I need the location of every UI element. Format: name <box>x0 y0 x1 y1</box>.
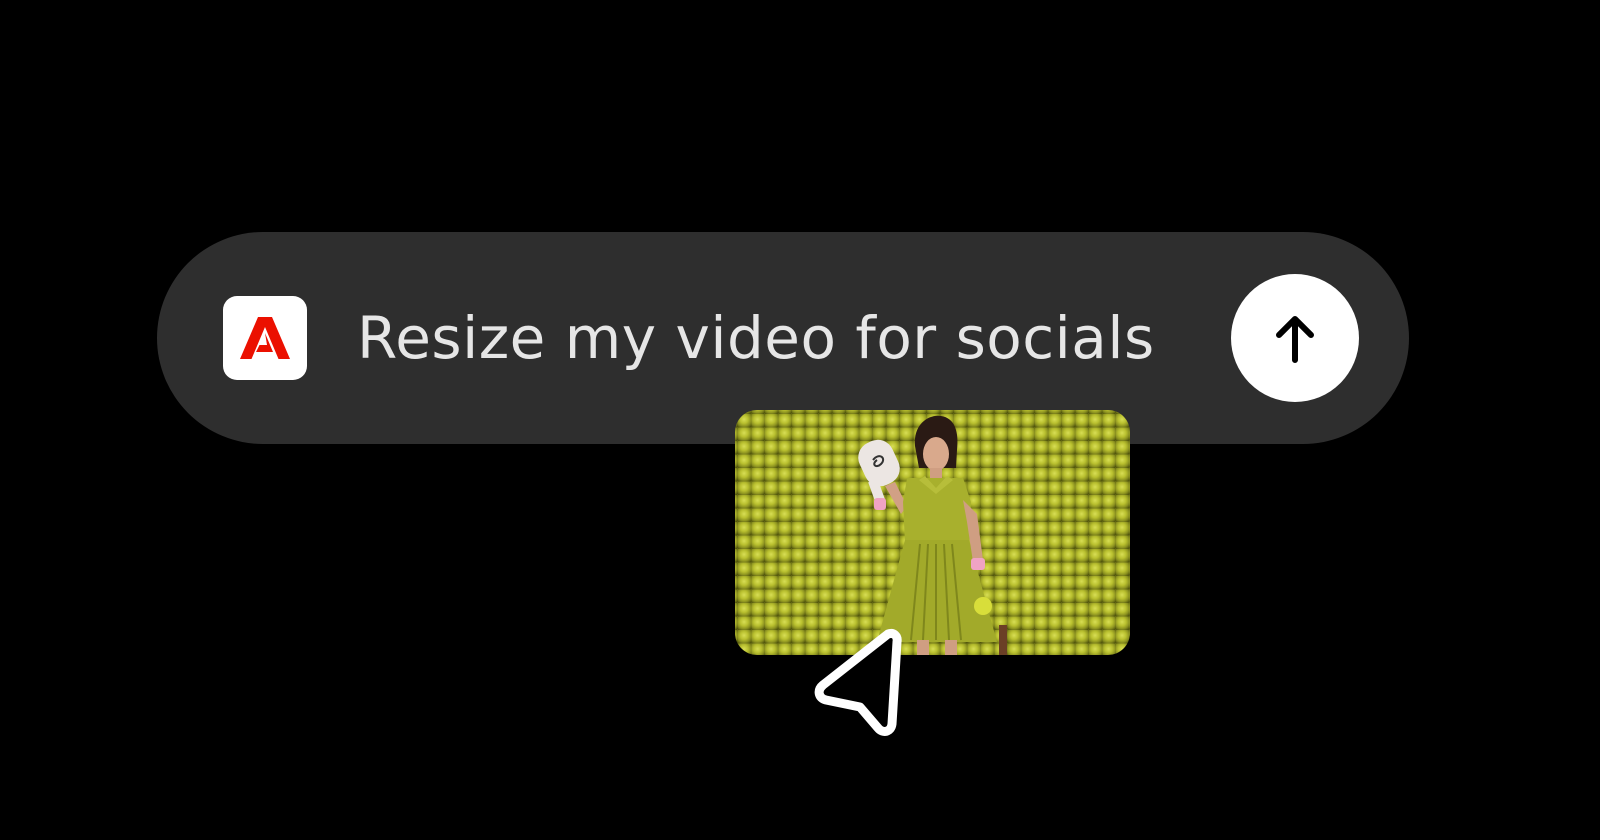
mouse-pointer-icon <box>812 622 922 747</box>
send-button[interactable] <box>1231 274 1359 402</box>
video-thumbnail[interactable] <box>735 410 1130 655</box>
person-figure <box>858 415 1007 655</box>
arrow-up-icon <box>1276 316 1314 363</box>
adobe-logo-icon <box>223 296 307 380</box>
